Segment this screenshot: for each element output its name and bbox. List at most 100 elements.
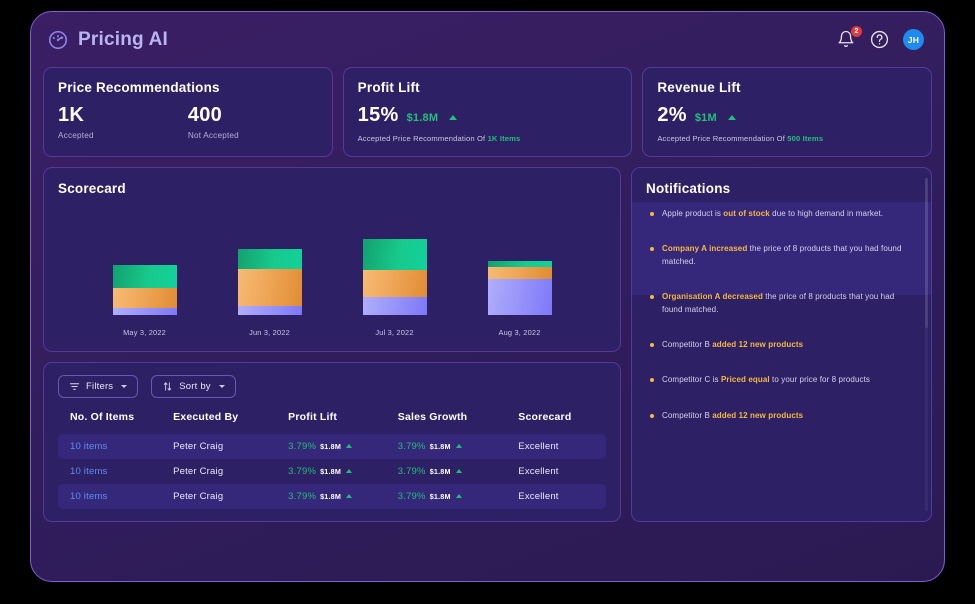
avatar[interactable]: JH: [903, 29, 924, 50]
card-notifications: Notifications Apple product is out of st…: [631, 167, 932, 522]
bar-group: Jun 3, 2022: [237, 249, 302, 337]
bullet-icon: [650, 247, 654, 252]
kpi-footer: Accepted Price Recommendation Of 1K Item…: [358, 134, 618, 143]
table-header-row: No. Of Items Executed By Profit Lift Sal…: [58, 411, 606, 434]
cell-sales-growth: 3.79% $1.8M: [398, 459, 519, 484]
notification-item[interactable]: Competitor B added 12 new products: [646, 410, 917, 422]
header-actions: 2 JH: [837, 25, 924, 50]
notification-item[interactable]: Competitor C is Priced equal to your pri…: [646, 374, 917, 386]
notification-text: Organisation A decreased the price of 8 …: [662, 292, 895, 314]
right-column: Notifications Apple product is out of st…: [631, 167, 932, 522]
trend-up-icon: [727, 115, 736, 120]
bar-segment-orange: [112, 287, 177, 309]
col-no-of-items[interactable]: No. Of Items: [58, 411, 173, 434]
card-scorecard: Scorecard May 3, 2022 Jun 3, 2022 Jul 3, 2…: [43, 167, 621, 352]
bar-segment-purple: [112, 308, 177, 315]
cell-no-of-items[interactable]: 10 items: [58, 459, 173, 484]
kpi-footer-prefix: Accepted Price Recommendation Of: [657, 134, 788, 143]
kpi-values: 1K Accepted 400 Not Accepted: [58, 104, 318, 140]
chevron-down-icon: [121, 385, 128, 388]
card-title: Price Recommendations: [58, 80, 220, 95]
trend-up-icon: [449, 115, 458, 120]
brand[interactable]: Pricing AI: [47, 29, 168, 51]
bar-group: May 3, 2022: [112, 265, 177, 337]
col-scorecard[interactable]: Scorecard: [518, 411, 606, 434]
content-row: Scorecard May 3, 2022 Jun 3, 2022 Jul 3, 2…: [43, 167, 932, 522]
bar-segment-green: [237, 249, 302, 269]
bell-icon[interactable]: 2: [837, 25, 862, 50]
bar-segment-green: [112, 265, 177, 288]
notification-item[interactable]: Competitor B added 12 new products: [646, 339, 917, 351]
notification-text: Company A increased the price of 8 produ…: [662, 244, 902, 266]
bar-label: May 3, 2022: [123, 328, 166, 337]
notification-item[interactable]: Organisation A decreased the price of 8 …: [646, 291, 917, 316]
kpi-label: Not Accepted: [187, 131, 239, 140]
table-row[interactable]: 10 items Peter Craig 3.79% $1.8M 3.79% $1.8M E…: [58, 484, 606, 509]
cell-profit-lift: 3.79% $1.8M: [288, 484, 398, 509]
table-row[interactable]: 10 items Peter Craig 3.79% $1.8M 3.79% $1.8M E…: [58, 434, 606, 459]
kpi-value: 1K: [58, 104, 85, 126]
left-column: Scorecard May 3, 2022 Jun 3, 2022 Jul 3, 2…: [43, 167, 621, 522]
bar-segment-orange: [362, 269, 427, 297]
gauge-icon: [47, 29, 69, 51]
notification-highlight: Organisation A decreased: [662, 292, 763, 302]
card-price-recommendations: Price Recommendations 1K Accepted 400 No…: [43, 67, 333, 157]
trend-up-icon: [346, 444, 353, 448]
help-circle-icon[interactable]: [870, 30, 890, 50]
col-sales-growth[interactable]: Sales Growth: [398, 411, 519, 434]
cell-profit-lift: 3.79% $1.8M: [288, 459, 398, 484]
chevron-down-icon: [218, 385, 225, 388]
kpi-money: $1M: [694, 112, 717, 124]
trend-up-icon: [346, 469, 353, 473]
bar-segment-purple: [487, 278, 552, 315]
card-profit-lift: Profit Lift 15% $1.8M Accepted Price Rec…: [342, 67, 633, 157]
kpi-footer-highlight: 1K Items: [487, 134, 521, 143]
notification-item[interactable]: Apple product is out of stock due to hig…: [646, 208, 917, 220]
bar-segment-purple: [237, 305, 302, 315]
notification-text: Competitor B added 12 new products: [662, 339, 804, 349]
kpi-footer-highlight: 500 Items: [787, 134, 824, 143]
kpi-footer-prefix: Accepted Price Recommendation Of: [357, 134, 488, 143]
sort-icon: [162, 381, 173, 392]
notification-text: Competitor B added 12 new products: [662, 410, 804, 420]
cell-no-of-items[interactable]: 10 items: [58, 434, 174, 459]
notification-item[interactable]: Company A increased the price of 8 produ…: [646, 243, 917, 268]
trend-up-icon: [455, 494, 462, 498]
stacked-bar[interactable]: [112, 265, 177, 315]
table-row[interactable]: 10 items Peter Craig 3.79% $1.8M 3.79% $1.8M E…: [58, 459, 606, 484]
bar-segment-orange: [487, 267, 552, 279]
card-revenue-lift: Revenue Lift 2% $1M Accepted Price Recom…: [642, 67, 933, 157]
kpi-value: 2%: [657, 104, 687, 126]
kpi-money: $1.8M: [406, 112, 439, 124]
kpi-label: Accepted: [58, 131, 94, 140]
sort-by-label: Sort by: [179, 381, 211, 392]
table-body: 10 items Peter Craig 3.79% $1.8M 3.79% $1.8M E…: [58, 434, 606, 509]
trend-up-icon: [455, 469, 462, 473]
cell-no-of-items[interactable]: 10 items: [58, 484, 174, 509]
notifications-scrollbar-thumb[interactable]: [925, 178, 928, 328]
cell-executed-by: Peter Craig: [173, 484, 289, 509]
stacked-bar[interactable]: [487, 260, 552, 315]
bar-segment-purple: [362, 296, 427, 315]
bullet-icon: [650, 342, 654, 347]
bar-segment-green: [487, 260, 552, 268]
filter-icon: [69, 381, 80, 392]
card-title: Revenue Lift: [657, 80, 741, 95]
bullet-icon: [650, 378, 654, 383]
bullet-icon: [650, 413, 654, 418]
stacked-bar[interactable]: [237, 249, 302, 315]
notification-badge: 2: [851, 25, 862, 37]
stacked-bar[interactable]: [362, 239, 427, 315]
recommendations-table: No. Of Items Executed By Profit Lift Sal…: [58, 411, 606, 509]
col-profit-lift[interactable]: Profit Lift: [288, 411, 398, 434]
col-executed-by[interactable]: Executed By: [173, 411, 288, 434]
kpi-value: 400: [187, 104, 223, 126]
cell-sales-growth: 3.79% $1.8M: [397, 484, 519, 509]
bar-label: Jun 3, 2022: [249, 328, 290, 337]
brand-name: Pricing AI: [78, 28, 168, 50]
sort-by-button[interactable]: Sort by: [151, 375, 236, 398]
filters-button[interactable]: Filters: [58, 375, 139, 398]
table-controls: Filters Sort by: [58, 375, 606, 398]
notification-highlight: Priced equal: [720, 375, 770, 385]
panel-title: Scorecard: [58, 181, 126, 196]
